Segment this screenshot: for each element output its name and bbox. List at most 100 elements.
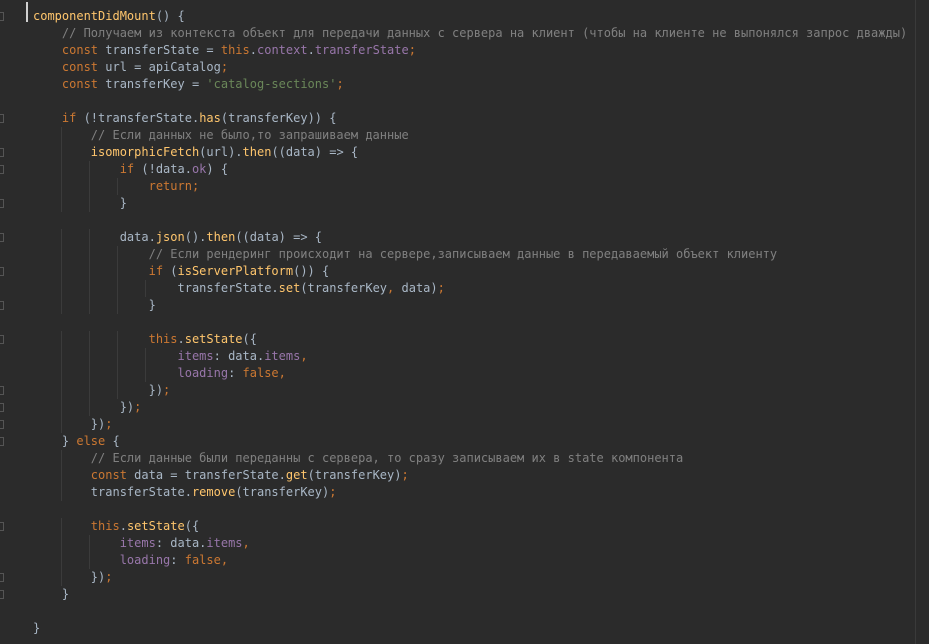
- fold-marker-icon[interactable]: [0, 420, 4, 429]
- fold-marker-icon[interactable]: [0, 114, 4, 123]
- indent-guide: [117, 263, 118, 280]
- code-token: ;: [437, 281, 445, 295]
- code-line[interactable]: data.json().then((data) => {: [33, 229, 322, 246]
- fold-marker-icon[interactable]: [0, 386, 4, 395]
- code-token: transferState.: [33, 485, 192, 499]
- code-token: // Если данные были переданны с сервера,…: [33, 451, 684, 465]
- code-line[interactable]: }: [33, 195, 127, 212]
- code-token: ,: [278, 366, 286, 380]
- code-token: set: [278, 281, 301, 295]
- code-token: 'catalog-sections': [206, 77, 337, 91]
- code-token: ;: [105, 417, 113, 431]
- code-line[interactable]: }: [33, 297, 156, 314]
- indent-guide: [61, 127, 62, 144]
- fold-marker-icon[interactable]: [0, 437, 4, 446]
- code-line[interactable]: this.setState({: [33, 331, 257, 348]
- code-token: ,: [300, 349, 308, 363]
- indent-guide: [61, 297, 62, 314]
- code-line[interactable]: const data = transferState.get(transferK…: [33, 467, 409, 484]
- code-token: transferKey =: [98, 77, 207, 91]
- fold-marker-icon[interactable]: [0, 165, 4, 174]
- indent-guide: [117, 246, 118, 263]
- code-line[interactable]: // Получаем из контекста объект для пере…: [33, 25, 907, 42]
- indent-guide: [89, 382, 90, 399]
- code-token: remove: [191, 485, 236, 499]
- code-line[interactable]: }: [33, 620, 40, 637]
- code-token: componentDidMount: [33, 9, 156, 23]
- code-token: else: [76, 434, 106, 448]
- code-line[interactable]: });: [33, 416, 113, 433]
- code-token: }): [33, 383, 164, 397]
- code-token: :: [228, 366, 243, 380]
- fold-marker-icon[interactable]: [0, 12, 4, 21]
- code-line[interactable]: loading: false,: [33, 365, 286, 382]
- code-line[interactable]: transferState.remove(transferKey);: [33, 484, 337, 501]
- code-token: ((data) => {: [235, 230, 323, 244]
- code-line[interactable]: const transferState = this.context.trans…: [33, 42, 416, 59]
- indent-guide: [61, 518, 62, 535]
- code-line[interactable]: // Если данных не было,то запрашиваем да…: [33, 127, 409, 144]
- fold-marker-icon[interactable]: [0, 335, 4, 344]
- code-token: then: [206, 230, 236, 244]
- code-token: // Если рендеринг происходит на сервере,…: [33, 247, 778, 261]
- code-line[interactable]: // Если данные были переданны с сервера,…: [33, 450, 683, 467]
- fold-marker-icon[interactable]: [0, 199, 4, 208]
- code-line[interactable]: items: data.items,: [33, 348, 308, 365]
- code-line[interactable]: loading: false,: [33, 552, 228, 569]
- code-line[interactable]: if (isServerPlatform()) {: [33, 263, 330, 280]
- code-token: then: [242, 145, 272, 159]
- code-line[interactable]: componentDidMount() {: [33, 8, 185, 25]
- code-line[interactable]: });: [33, 569, 113, 586]
- text-caret: [26, 2, 28, 22]
- code-line[interactable]: } else {: [33, 433, 120, 450]
- code-token: const: [61, 60, 99, 74]
- fold-marker-icon[interactable]: [0, 148, 4, 157]
- code-line[interactable]: if (!transferState.has(transferKey)) {: [33, 110, 337, 127]
- code-line[interactable]: const url = apiCatalog;: [33, 59, 228, 76]
- code-token: :: [170, 553, 185, 567]
- fold-marker-icon[interactable]: [0, 233, 4, 242]
- code-token: loading: [177, 366, 229, 380]
- code-line[interactable]: isomorphicFetch(url).then((data) => {: [33, 144, 358, 161]
- code-line[interactable]: items: data.items,: [33, 535, 250, 552]
- fold-marker-icon[interactable]: [0, 301, 4, 310]
- indent-guide: [145, 348, 146, 365]
- fold-marker-icon[interactable]: [0, 522, 4, 531]
- code-token: (!data.: [134, 162, 192, 176]
- code-token: ,: [242, 536, 250, 550]
- code-editor[interactable]: componentDidMount() { // Получаем из кон…: [0, 0, 929, 644]
- code-token: items: [206, 536, 243, 550]
- code-line[interactable]: this.setState({: [33, 518, 199, 535]
- indent-guide: [61, 467, 62, 484]
- fold-marker-icon[interactable]: [0, 403, 4, 412]
- indent-guide: [145, 365, 146, 382]
- indent-guide: [117, 297, 118, 314]
- code-token: }: [33, 587, 70, 601]
- code-token: ({: [242, 332, 257, 346]
- indent-guide: [89, 246, 90, 263]
- code-line[interactable]: const transferKey = 'catalog-sections';: [33, 76, 344, 93]
- fold-marker-icon[interactable]: [0, 573, 4, 582]
- code-line[interactable]: }: [33, 586, 69, 603]
- fold-marker-icon[interactable]: [0, 267, 4, 276]
- code-line[interactable]: // Если рендеринг происходит на сервере,…: [33, 246, 778, 263]
- code-line[interactable]: if (!data.ok) {: [33, 161, 228, 178]
- code-token: }): [33, 570, 106, 584]
- code-line[interactable]: });: [33, 399, 142, 416]
- indent-guide: [61, 229, 62, 246]
- fold-marker-icon[interactable]: [0, 590, 4, 599]
- code-token: (transferKey): [307, 468, 402, 482]
- code-line[interactable]: transferState.set(transferKey, data);: [33, 280, 445, 297]
- indent-guide: [61, 178, 62, 195]
- code-area[interactable]: componentDidMount() { // Получаем из кон…: [0, 0, 929, 644]
- code-token: this: [148, 332, 178, 346]
- code-token: if: [119, 162, 135, 176]
- indent-guide: [61, 552, 62, 569]
- code-token: .: [177, 332, 185, 346]
- indent-guide: [117, 178, 118, 195]
- code-line[interactable]: });: [33, 382, 171, 399]
- code-token: ;: [191, 179, 200, 193]
